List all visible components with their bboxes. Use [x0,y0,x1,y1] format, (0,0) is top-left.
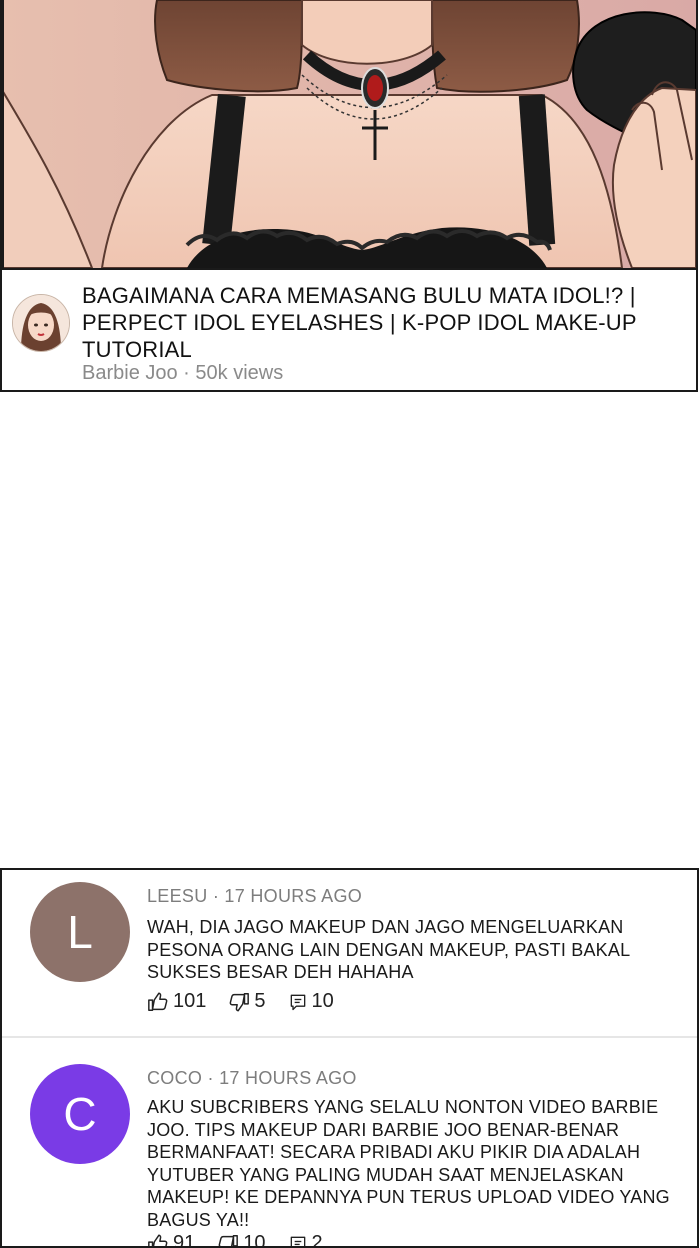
reply-icon [288,992,308,1012]
comment-item: C COCO · 17 HOURS AGO AKU SUBCRIBERS YAN… [2,1038,697,1248]
comment-text: AKU SUBCRIBERS YANG SELALU NONTON VIDEO … [147,1096,682,1231]
reply-count: 2 [312,1232,323,1248]
comment-actions: 101 5 10 [147,990,356,1013]
dislike-button[interactable]: 5 [228,990,265,1013]
reply-button[interactable]: 2 [288,1232,323,1248]
video-card[interactable]: BAGAIMANA CARA MEMASANG BULU MATA IDOL!?… [2,268,696,392]
reply-button[interactable]: 10 [288,990,334,1013]
comic-illustration [2,0,696,268]
thumbs-up-icon [147,991,169,1013]
comment-actions: 91 10 2 [147,1232,345,1248]
comments-panel: L LEESU · 17 HOURS AGO WAH, DIA JAGO MAK… [0,868,699,1248]
comment-author[interactable]: COCO · 17 HOURS AGO [147,1068,357,1089]
like-count: 101 [173,990,206,1013]
dislike-button[interactable]: 10 [217,1232,265,1248]
comment-item: L LEESU · 17 HOURS AGO WAH, DIA JAGO MAK… [2,870,697,1036]
thumbs-down-icon [228,991,250,1013]
commenter-avatar[interactable]: L [30,882,130,982]
like-button[interactable]: 101 [147,990,206,1013]
reply-icon [288,1234,308,1248]
commenter-avatar[interactable]: C [30,1064,130,1164]
comment-text: WAH, DIA JAGO MAKEUP DAN JAGO MENGELUARK… [147,916,682,984]
reply-count: 10 [312,990,334,1013]
dislike-count: 5 [254,990,265,1013]
comment-author[interactable]: LEESU · 17 HOURS AGO [147,886,362,907]
channel-avatar[interactable] [12,294,70,352]
dislike-count: 10 [243,1232,265,1248]
like-count: 91 [173,1232,195,1248]
thumbs-up-icon [147,1233,169,1248]
video-panel: BAGAIMANA CARA MEMASANG BULU MATA IDOL!?… [0,0,698,392]
video-title[interactable]: BAGAIMANA CARA MEMASANG BULU MATA IDOL!?… [82,282,682,363]
like-button[interactable]: 91 [147,1232,195,1248]
thumbs-down-icon [217,1233,239,1248]
video-meta: Barbie Joo · 50k views [82,362,283,385]
